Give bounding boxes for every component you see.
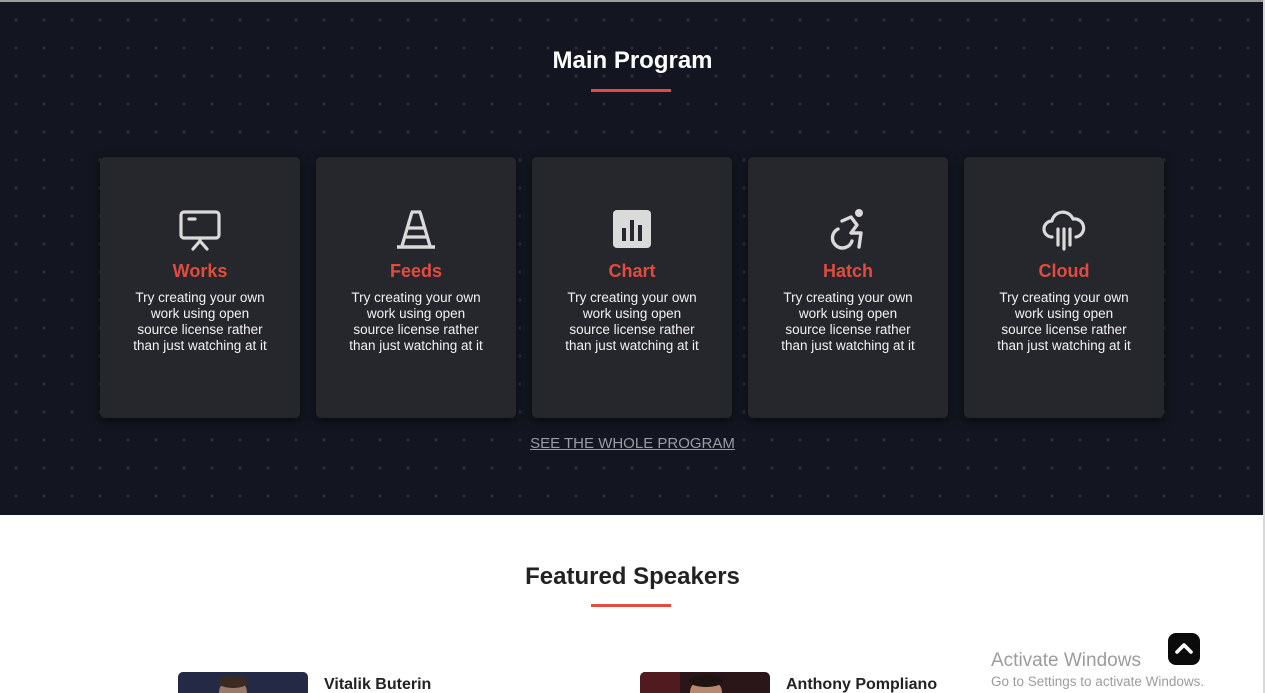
main-program-section: Main Program Works Try creating your own… bbox=[0, 0, 1265, 515]
presentation-icon bbox=[178, 207, 222, 251]
card-description: Try creating your own work using open so… bbox=[565, 290, 699, 353]
card-title: Chart bbox=[608, 261, 656, 281]
program-card-feeds[interactable]: Feeds Try creating your own work using o… bbox=[316, 157, 516, 418]
program-card-works[interactable]: Works Try creating your own work using o… bbox=[100, 157, 300, 418]
card-title: Works bbox=[172, 261, 228, 281]
cloud-download-icon bbox=[1042, 207, 1086, 251]
speaker-name: Vitalik Buterin bbox=[324, 676, 432, 693]
scroll-to-top-button[interactable] bbox=[1168, 633, 1200, 665]
program-card-cloud[interactable]: Cloud Try creating your own work using o… bbox=[964, 157, 1164, 418]
card-description: Try creating your own work using open so… bbox=[997, 290, 1131, 353]
card-description: Try creating your own work using open so… bbox=[781, 290, 915, 353]
chevron-up-icon bbox=[1175, 643, 1193, 654]
bar-chart-icon bbox=[610, 207, 654, 251]
card-description: Try creating your own work using open so… bbox=[349, 290, 483, 353]
program-card-hatch[interactable]: Hatch Try creating your own work using o… bbox=[748, 157, 948, 418]
speaker-photo bbox=[640, 672, 770, 693]
title-underline bbox=[591, 89, 671, 92]
road-cone-icon bbox=[394, 207, 438, 251]
speaker-name: Anthony Pompliano bbox=[786, 676, 938, 693]
card-title: Hatch bbox=[822, 261, 873, 281]
section-title: Main Program bbox=[552, 47, 713, 74]
accessibility-icon bbox=[826, 207, 870, 251]
activate-subtitle: Go to Settings to activate Windows. bbox=[991, 674, 1205, 689]
section-title: Featured Speakers bbox=[525, 563, 740, 590]
card-title: Cloud bbox=[1038, 261, 1090, 281]
title-underline bbox=[591, 604, 671, 607]
card-title: Feeds bbox=[389, 261, 443, 281]
card-description: Try creating your own work using open so… bbox=[133, 290, 267, 353]
see-whole-program-link[interactable]: SEE THE WHOLE PROGRAM bbox=[530, 435, 735, 452]
see-program-wrapper: SEE THE WHOLE PROGRAM bbox=[0, 435, 1265, 453]
speaker-photo bbox=[178, 672, 308, 693]
program-card-chart[interactable]: Chart Try creating your own work using o… bbox=[532, 157, 732, 418]
